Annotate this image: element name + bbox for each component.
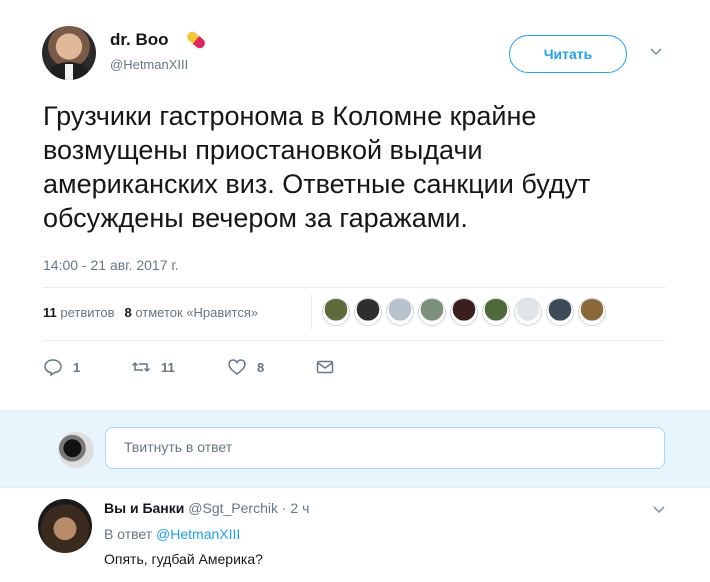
reply-author-avatar[interactable] [38,499,92,553]
liker-avatar[interactable] [386,298,414,326]
liker-avatar[interactable] [354,298,382,326]
reply-author-name[interactable]: Вы и Банки [104,500,184,516]
likes-count: 8 [124,305,132,320]
reply-to-line: В ответ @HetmanXIII [104,526,240,542]
liker-avatar[interactable] [546,298,574,326]
author-avatar[interactable] [42,26,96,80]
likes-label: отметок «Нравится» [135,305,259,320]
liker-avatar[interactable] [322,298,350,326]
liker-avatar[interactable] [514,298,542,326]
tweet-actions: 1 11 8 [43,357,335,377]
retweet-icon [131,361,151,373]
liker-avatar[interactable] [450,298,478,326]
reply-input[interactable]: Твитнуть в ответ [105,427,665,469]
chevron-down-icon[interactable] [651,502,667,518]
author-name[interactable]: dr. Boo [110,30,169,50]
divider [43,340,665,341]
chevron-down-icon[interactable] [648,44,664,60]
tweet-text: Грузчики гастронома в Коломне крайне воз… [43,101,591,233]
tweet-stats: 11 ретвитов 8 отметок «Нравится» [43,305,258,320]
avatar-shirt [65,64,73,80]
likers-avatars [322,298,606,326]
reply-author-handle[interactable]: @Sgt_Perchik [188,500,278,516]
tweet-timestamp[interactable]: 14:00 - 21 авг. 2017 г. [43,257,179,273]
like-count: 8 [257,359,265,375]
divider [43,287,665,288]
envelope-icon [316,360,334,374]
heart-icon [228,359,246,375]
reply-tweet: Вы и Банки @Sgt_Perchik · 2 ч В ответ @H… [0,488,710,582]
direct-message-action[interactable] [315,357,335,377]
pill-icon [187,31,205,49]
follow-button[interactable]: Читать [509,35,627,73]
liker-avatar[interactable] [578,298,606,326]
likes-stat[interactable]: 8 отметок «Нравится» [124,305,258,320]
author-handle[interactable]: @HetmanXIII [110,57,188,72]
reply-time[interactable]: · 2 ч [282,500,310,516]
reply-to-handle-link[interactable]: @HetmanXIII [156,526,240,542]
reply-action[interactable]: 1 [43,357,131,377]
retweets-count: 11 [43,305,57,320]
liker-avatar[interactable] [418,298,446,326]
main-tweet: dr. Boo @HetmanXIII Читать Грузчики гаст… [0,0,710,410]
retweet-count: 11 [161,359,175,375]
retweets-stat[interactable]: 11 ретвитов [43,305,114,320]
like-action[interactable]: 8 [227,357,315,377]
reply-count: 1 [73,359,81,375]
reply-text: Опять, гудбай Америка? [104,551,263,567]
reply-to-prefix: В ответ [104,526,153,542]
stats-separator [311,295,312,329]
reply-composer: Твитнуть в ответ [0,410,710,488]
current-user-avatar[interactable] [58,432,94,468]
reply-header: Вы и Банки @Sgt_Perchik · 2 ч [104,500,309,516]
reply-icon [44,359,62,377]
liker-avatar[interactable] [482,298,510,326]
retweets-label: ретвитов [60,305,115,320]
retweet-action[interactable]: 11 [131,357,227,377]
